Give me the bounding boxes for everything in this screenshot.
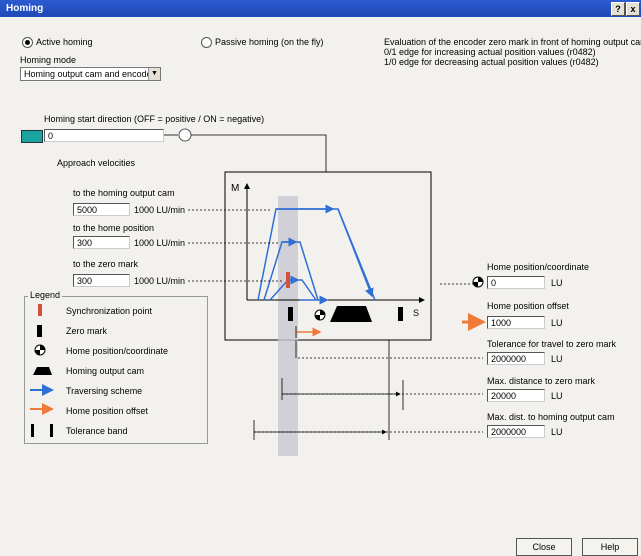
max-cam-label: Max. dist. to homing output cam xyxy=(487,412,615,422)
legend-home-position: Home position/coordinate xyxy=(66,346,169,356)
tolerance-unit: LU xyxy=(551,354,563,364)
legend-homing-cam: Homing output cam xyxy=(66,366,145,376)
sync-point-mark xyxy=(286,272,290,288)
zero-mark-1 xyxy=(288,307,293,321)
legend-offset: Home position offset xyxy=(66,406,148,416)
direction-link-line xyxy=(191,134,327,172)
homing-cam-shape xyxy=(330,306,372,322)
legend-title: Legend xyxy=(28,290,63,300)
home-coord-icon xyxy=(472,276,484,288)
help-button[interactable]: Help xyxy=(582,538,638,556)
home-coord-unit: LU xyxy=(551,278,563,288)
offset-input[interactable]: 1000 xyxy=(487,316,545,329)
max-cam-unit: LU xyxy=(551,427,563,437)
max-zero-unit: LU xyxy=(551,391,563,401)
max-cam-input[interactable]: 2000000 xyxy=(487,425,545,438)
legend-traversing: Traversing scheme xyxy=(66,386,143,396)
legend-zero-mark: Zero mark xyxy=(66,326,108,336)
home-coord-label: Home position/coordinate xyxy=(487,262,590,272)
m-axis-label: M xyxy=(231,183,240,194)
legend-tolerance: Tolerance band xyxy=(66,426,128,436)
max-zero-label: Max. distance to zero mark xyxy=(487,376,596,386)
offset-label: Home position offset xyxy=(487,301,569,311)
direction-toggle-circle xyxy=(178,128,192,142)
close-button[interactable]: Close xyxy=(516,538,572,556)
home-coord-input[interactable]: 0 xyxy=(487,276,545,289)
tolerance-input[interactable]: 2000000 xyxy=(487,352,545,365)
legend-sync-point: Synchronization point xyxy=(66,306,153,316)
max-zero-input[interactable]: 20000 xyxy=(487,389,545,402)
tolerance-label: Tolerance for travel to zero mark xyxy=(487,339,617,349)
offset-unit: LU xyxy=(551,318,563,328)
tolerance-shade xyxy=(278,196,298,456)
zero-mark-2 xyxy=(398,307,403,321)
s-axis-label: S xyxy=(413,308,420,318)
